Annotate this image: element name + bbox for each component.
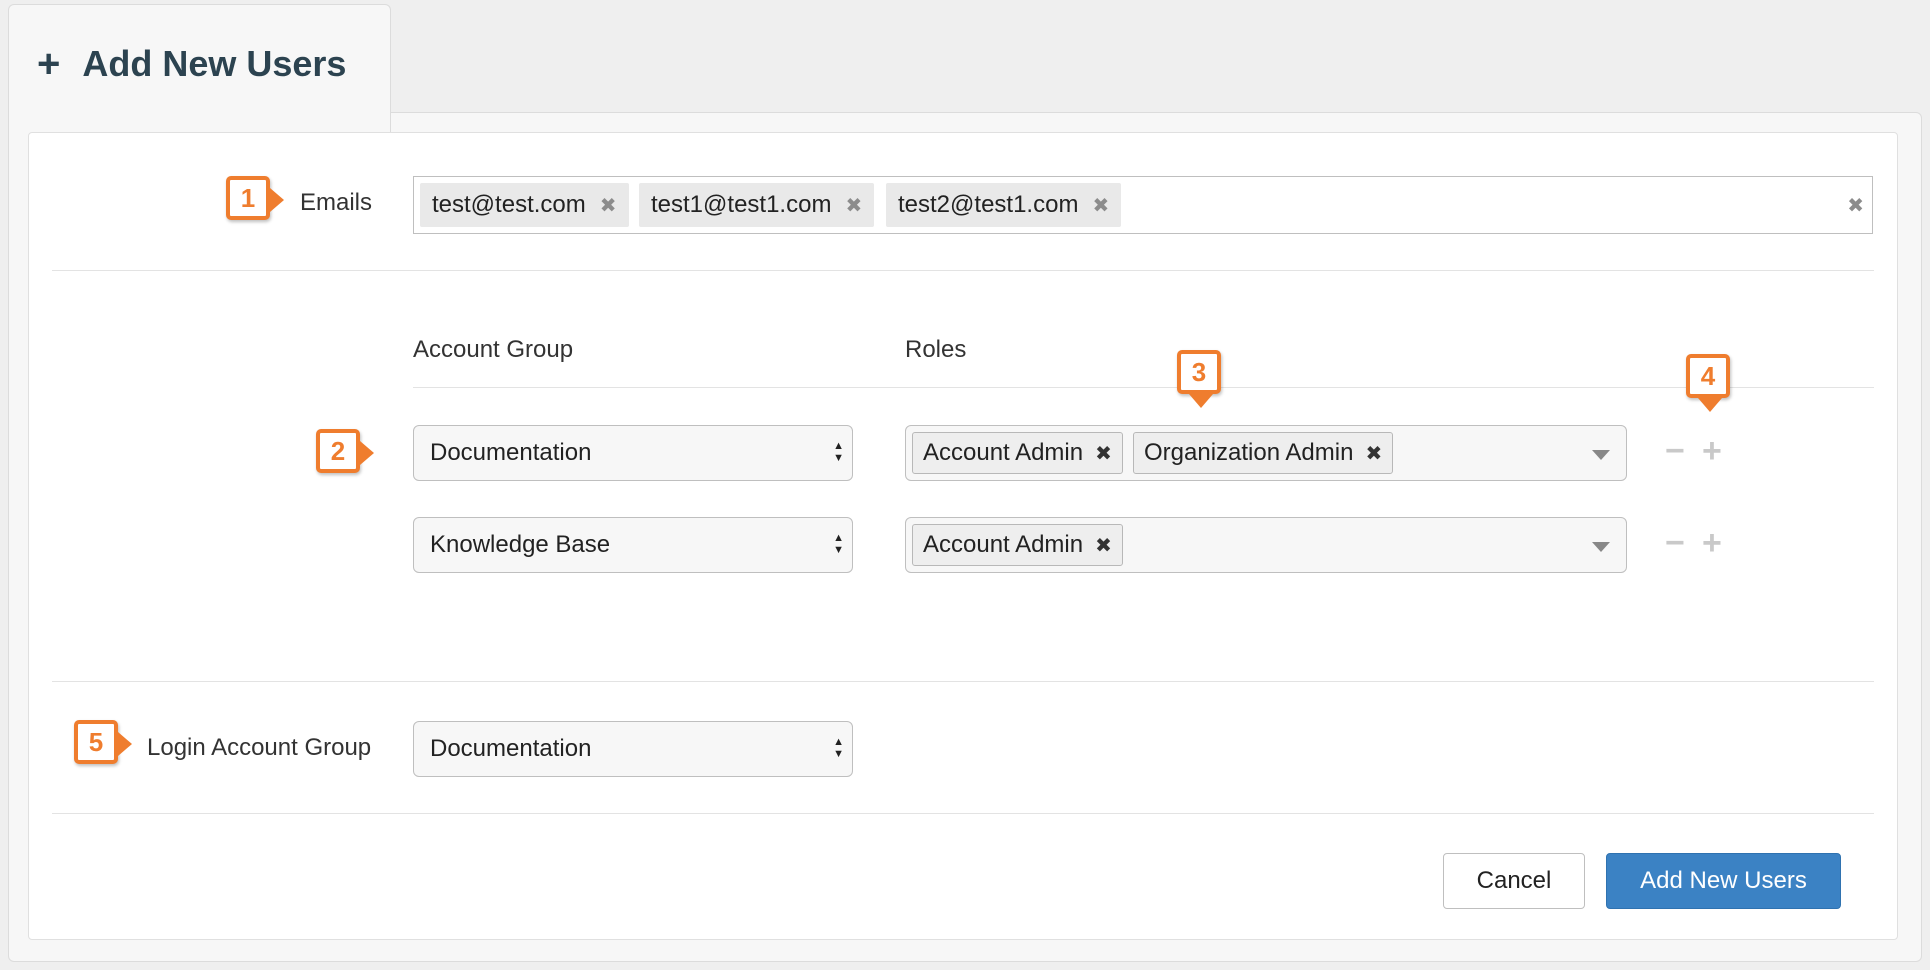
account-group-select[interactable]: Knowledge Base ▲ ▼ (413, 517, 853, 573)
role-chip-label: Account Admin (923, 531, 1084, 558)
role-chip: Account Admin ✖ (912, 432, 1123, 474)
emails-label: Emails (300, 189, 373, 216)
divider (52, 270, 1874, 271)
add-new-users-button[interactable]: Add New Users (1606, 853, 1841, 909)
chevron-down-icon[interactable] (1592, 542, 1610, 552)
remove-email-icon[interactable]: ✖ (600, 193, 617, 218)
plus-icon: + (37, 42, 61, 86)
cancel-button[interactable]: Cancel (1443, 853, 1585, 909)
role-chip-label: Organization Admin (1144, 439, 1354, 466)
remove-row-button[interactable]: − (1665, 526, 1685, 560)
account-group-select[interactable]: Documentation ▲ ▼ (413, 425, 853, 481)
add-row-button[interactable]: + (1702, 526, 1722, 560)
email-chip: test@test.com ✖ (420, 183, 629, 227)
email-chip-label: test1@test1.com (651, 191, 832, 218)
callout-2: 2 (316, 429, 374, 473)
roles-select[interactable]: Account Admin ✖ Organization Admin ✖ (905, 425, 1627, 481)
login-account-group-select[interactable]: Documentation ▲ ▼ (413, 721, 853, 777)
divider (413, 387, 1874, 388)
remove-role-icon[interactable]: ✖ (1095, 441, 1112, 466)
roles-select[interactable]: Account Admin ✖ (905, 517, 1627, 573)
callout-4: 4 (1686, 354, 1730, 412)
remove-row-button[interactable]: − (1665, 434, 1685, 468)
page-title: + Add New Users (37, 43, 346, 85)
select-arrows-icon: ▲ ▼ (833, 736, 844, 760)
remove-email-icon[interactable]: ✖ (1092, 193, 1109, 218)
tab-add-new-users[interactable]: + Add New Users (8, 4, 391, 134)
select-arrows-icon: ▲ ▼ (833, 532, 844, 556)
divider (52, 681, 1874, 682)
remove-role-icon[interactable]: ✖ (1095, 533, 1112, 558)
login-account-group-value: Documentation (430, 735, 592, 762)
email-chip-label: test@test.com (432, 191, 586, 218)
email-chip-label: test2@test1.com (898, 191, 1079, 218)
login-account-group-label: Login Account Group (147, 734, 372, 761)
chevron-down-icon[interactable] (1592, 450, 1610, 460)
remove-role-icon[interactable]: ✖ (1365, 441, 1382, 466)
emails-input[interactable]: test@test.com ✖ test1@test1.com ✖ test2@… (413, 176, 1873, 234)
email-chip: test1@test1.com ✖ (639, 183, 875, 227)
add-row-button[interactable]: + (1702, 434, 1722, 468)
role-chip: Account Admin ✖ (912, 524, 1123, 566)
role-chip: Organization Admin ✖ (1133, 432, 1394, 474)
account-group-select-value: Knowledge Base (430, 531, 611, 558)
account-group-select-value: Documentation (430, 439, 592, 466)
email-chip: test2@test1.com ✖ (886, 183, 1122, 227)
callout-5: 5 (74, 720, 132, 764)
clear-emails-icon[interactable]: ✖ (1847, 193, 1864, 218)
account-group-header: Account Group (413, 336, 574, 363)
page-title-label: Add New Users (82, 43, 347, 84)
callout-1: 1 (226, 176, 284, 220)
select-arrows-icon: ▲ ▼ (833, 440, 844, 464)
callout-3: 3 (1177, 350, 1221, 408)
role-chip-label: Account Admin (923, 439, 1084, 466)
remove-email-icon[interactable]: ✖ (845, 193, 862, 218)
roles-header: Roles (905, 336, 967, 363)
divider (52, 813, 1874, 814)
